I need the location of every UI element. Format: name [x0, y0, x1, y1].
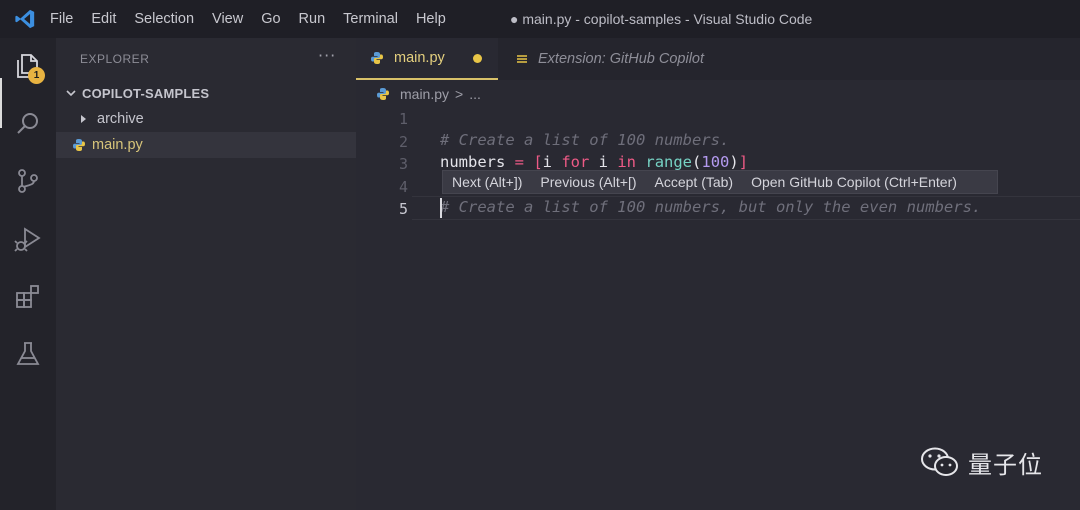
breadcrumb-more[interactable]: ...	[469, 86, 481, 102]
token-bracket: ]	[738, 153, 749, 171]
watermark: 量子位	[920, 446, 1043, 479]
python-file-icon	[371, 52, 383, 64]
tree-item-archive[interactable]: archive	[56, 106, 356, 132]
tree-item-main-py[interactable]: main.py	[56, 132, 356, 158]
chevron-right-icon	[76, 112, 90, 126]
window-title: ● main.py - copilot-samples - Visual Stu…	[510, 11, 813, 27]
activity-bar: 1	[0, 38, 56, 510]
title-bar: File Edit Selection View Go Run Terminal…	[0, 0, 1080, 38]
line-number: 1	[398, 110, 408, 128]
menu-bar: File Edit Selection View Go Run Terminal…	[50, 0, 455, 38]
menu-run[interactable]: Run	[290, 11, 335, 27]
line-number: 3	[398, 155, 408, 173]
tab-label: main.py	[394, 50, 445, 66]
text-cursor	[440, 198, 442, 218]
token-identifier: i	[542, 153, 562, 171]
ghost-suggestion-text[interactable]: # Create a list of 100 numbers, but only…	[440, 198, 981, 216]
watermark-text: 量子位	[968, 450, 1043, 479]
tab-label: Extension: GitHub Copilot	[538, 51, 705, 67]
line-number-current: 5	[398, 200, 408, 218]
previous-suggestion-button[interactable]: Previous (Alt+[)	[531, 174, 645, 190]
token-variable: numbers	[440, 153, 506, 171]
menu-selection[interactable]: Selection	[125, 11, 203, 27]
tab-extension-copilot[interactable]: Extension: GitHub Copilot	[506, 38, 736, 80]
active-indicator	[0, 78, 2, 128]
folder-label: COPILOT-SAMPLES	[82, 85, 210, 101]
line-number: 2	[398, 133, 408, 151]
wechat-logo-icon	[921, 447, 958, 476]
code-line-2[interactable]: # Create a list of 100 numbers.	[440, 131, 729, 149]
token-paren: (	[692, 153, 702, 171]
extension-preview-icon	[517, 55, 527, 63]
accept-suggestion-button[interactable]: Accept (Tab)	[646, 174, 743, 190]
editor-area: main.py Extension: GitHub Copilot main.p…	[356, 38, 1080, 510]
breadcrumb-separator: >	[455, 86, 464, 102]
tree-item-label: archive	[97, 111, 144, 127]
breadcrumb-file[interactable]: main.py	[400, 86, 449, 102]
testing-icon[interactable]	[12, 338, 44, 370]
token-function: range	[645, 153, 693, 171]
line-number: 4	[398, 178, 408, 196]
explorer-badge: 1	[28, 67, 45, 84]
tab-main-py[interactable]: main.py	[356, 38, 498, 80]
menu-edit[interactable]: Edit	[82, 11, 125, 27]
next-suggestion-button[interactable]: Next (Alt+])	[443, 174, 531, 190]
run-debug-icon[interactable]	[12, 223, 44, 255]
code-line-3[interactable]: numbers = [i for i in range(100)]	[440, 153, 748, 171]
token-keyword: for	[561, 153, 590, 171]
explorer-title: EXPLORER	[80, 52, 150, 66]
menu-view[interactable]: View	[203, 11, 252, 27]
token-operator: =	[505, 153, 534, 171]
folder-copilot-samples[interactable]: COPILOT-SAMPLES	[56, 80, 356, 106]
python-file-icon	[377, 88, 389, 100]
token-identifier: i	[589, 153, 618, 171]
extensions-icon[interactable]	[12, 281, 44, 313]
token-bracket: [	[533, 153, 543, 171]
tab-bar: main.py Extension: GitHub Copilot	[356, 38, 1080, 80]
chevron-down-icon	[64, 86, 78, 100]
token-keyword: in	[617, 153, 637, 171]
vscode-logo-icon[interactable]	[0, 0, 50, 38]
unsaved-dot-icon[interactable]	[472, 53, 482, 63]
more-actions-icon[interactable]: ···	[318, 46, 336, 65]
token-paren: )	[729, 153, 739, 171]
explorer-sidebar: EXPLORER ··· COPILOT-SAMPLES archive mai…	[56, 38, 356, 510]
copilot-suggestion-toolbar: Next (Alt+]) Previous (Alt+[) Accept (Ta…	[442, 170, 998, 194]
open-copilot-button[interactable]: Open GitHub Copilot (Ctrl+Enter)	[742, 174, 966, 190]
tree-item-label: main.py	[92, 137, 143, 153]
menu-terminal[interactable]: Terminal	[334, 11, 407, 27]
menu-go[interactable]: Go	[252, 11, 289, 27]
menu-help[interactable]: Help	[407, 11, 455, 27]
token-number: 100	[701, 153, 730, 171]
search-icon[interactable]	[12, 108, 44, 140]
breadcrumb: main.py > ...	[376, 84, 481, 104]
menu-file[interactable]: File	[50, 11, 82, 27]
source-control-icon[interactable]	[12, 165, 44, 197]
python-file-icon	[72, 138, 86, 152]
